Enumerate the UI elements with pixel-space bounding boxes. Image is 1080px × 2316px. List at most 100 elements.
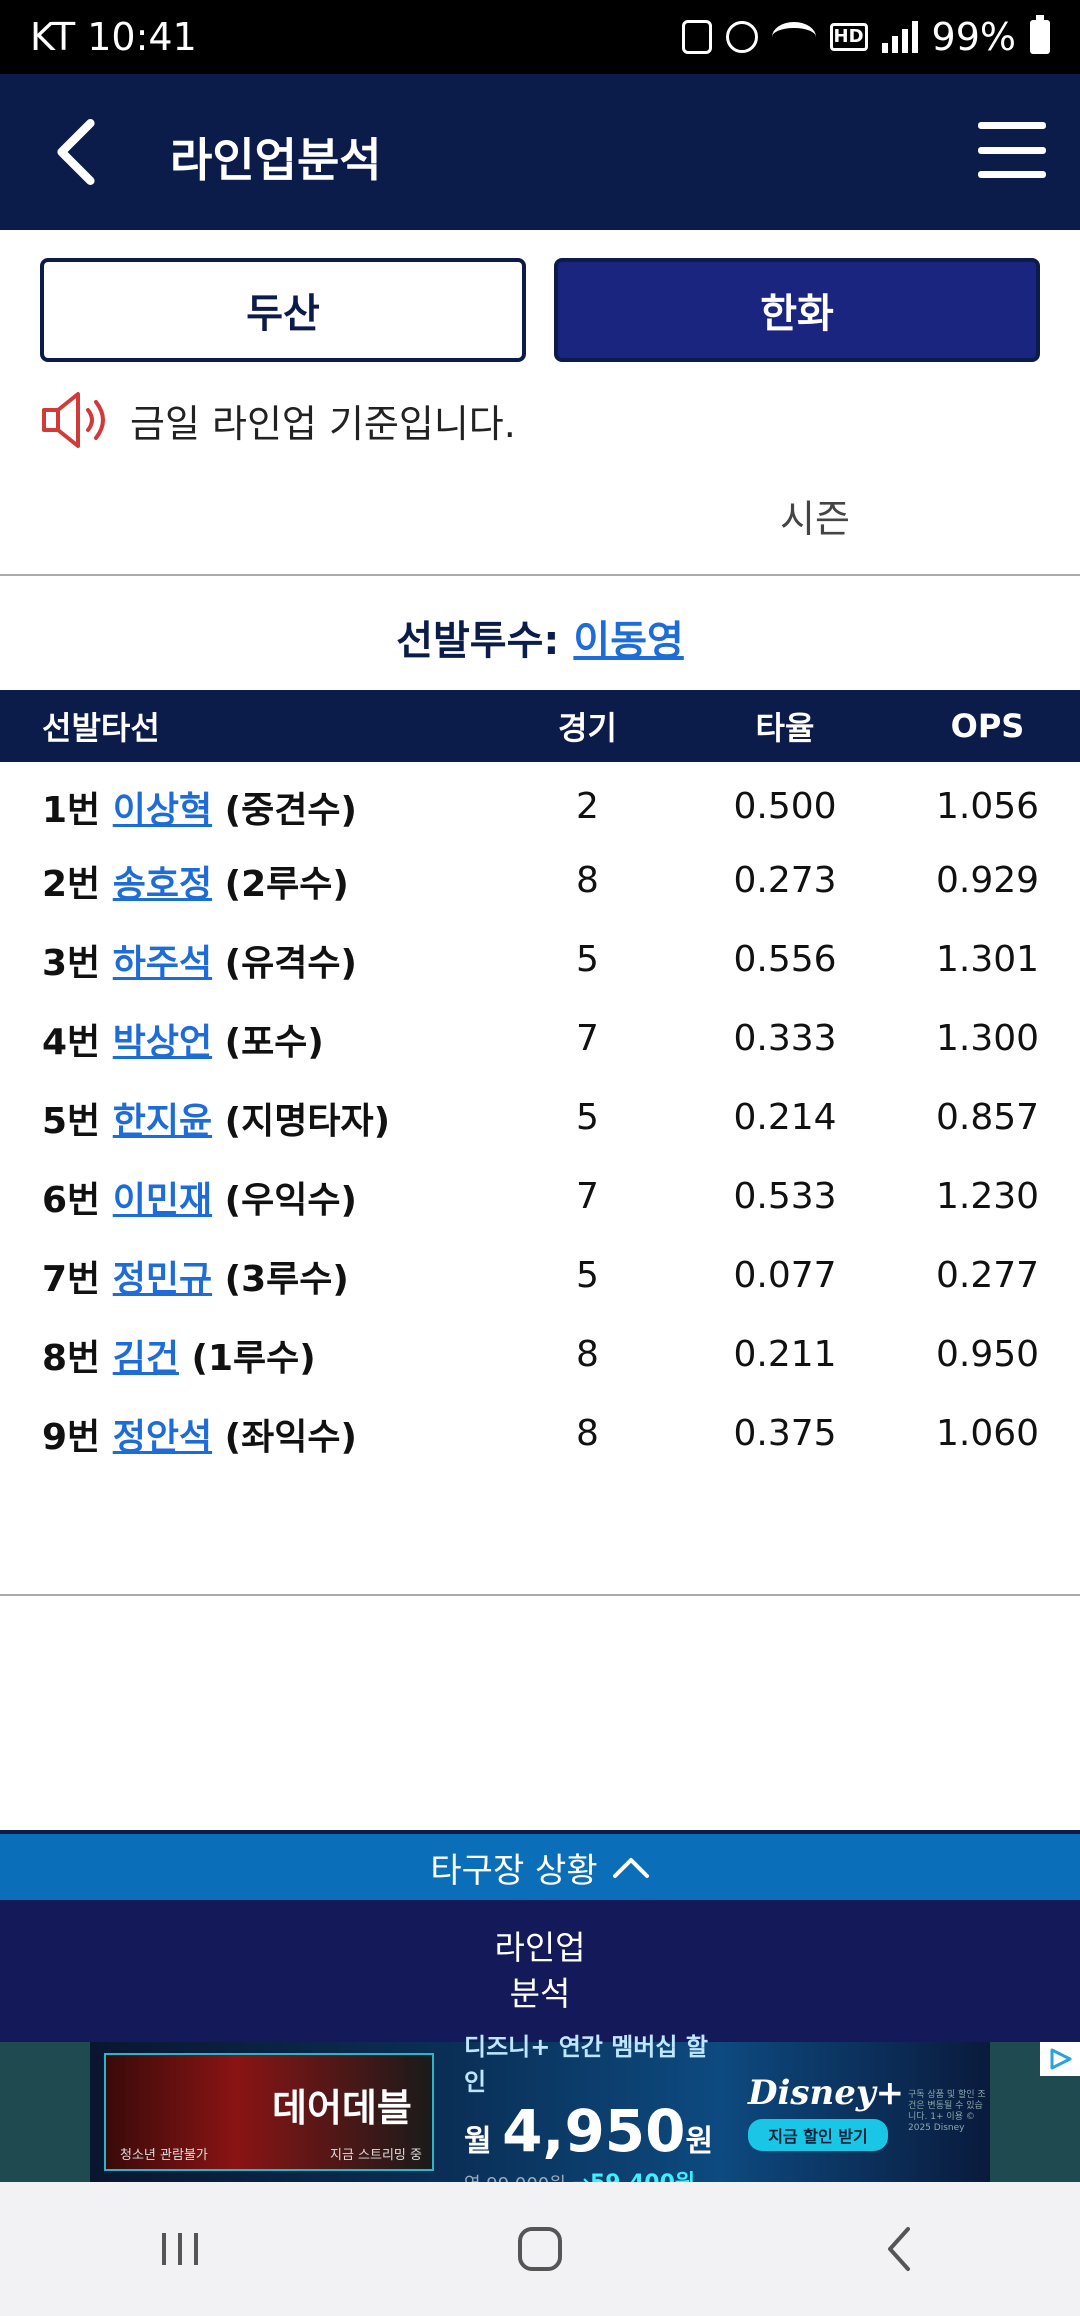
avg-cell: 0.500	[733, 786, 837, 827]
recent-apps-button[interactable]	[130, 2209, 230, 2289]
avg-cell: 0.077	[733, 1255, 837, 1296]
games-cell: 7	[576, 1018, 599, 1059]
player-link[interactable]: 이민재	[113, 1180, 212, 1221]
avg-cell: 0.211	[733, 1334, 837, 1375]
games-cell: 2	[576, 786, 599, 827]
battery-level: 99%	[931, 15, 1016, 59]
starting-pitcher: 선발투수: 이동영	[0, 608, 1080, 666]
recent-apps-icon	[162, 2233, 198, 2265]
table-row: 1번 이상혁 (중견수) 2 0.500 1.056	[0, 762, 1080, 841]
avg-cell: 0.556	[733, 939, 837, 980]
hamburger-menu-icon	[978, 122, 1046, 129]
player-link[interactable]: 송호정	[113, 864, 212, 905]
bottom-tab-line1: 라인업	[494, 1928, 586, 1967]
player-link[interactable]: 정안석	[113, 1417, 212, 1458]
ops-cell: 0.277	[935, 1255, 1040, 1296]
lineup-notice: 금일 라인업 기준입니다.	[40, 390, 516, 450]
ad-show-title: 데어데블	[272, 2086, 412, 2130]
disney-plus-logo: Disney+	[748, 2073, 905, 2113]
ops-cell: 1.230	[935, 1176, 1040, 1217]
batting-order: 6번	[42, 1179, 101, 1221]
games-cell: 5	[576, 1097, 599, 1138]
header-avg: 타율	[755, 709, 815, 747]
tab-lineup-analysis[interactable]: 라인업 분석	[0, 1900, 1080, 2042]
signal-icon	[881, 21, 918, 53]
player-link[interactable]: 박상언	[113, 1022, 212, 1063]
player-link[interactable]: 김건	[113, 1338, 179, 1379]
back-button[interactable]	[36, 112, 116, 192]
header-games: 경기	[558, 709, 617, 747]
games-cell: 8	[576, 860, 599, 901]
back-arrow-icon	[888, 2227, 910, 2271]
tab-doosan[interactable]: 두산	[40, 258, 526, 362]
bottom-tab-line2: 분석	[509, 1974, 571, 2013]
tab-hanwha[interactable]: 한화	[554, 258, 1040, 362]
starting-pitcher-label: 선발투수:	[396, 618, 560, 664]
player-link[interactable]: 하주석	[113, 943, 212, 984]
ops-cell: 1.056	[935, 786, 1040, 827]
system-nav-bar	[0, 2182, 1080, 2316]
avg-cell: 0.375	[733, 1413, 837, 1454]
chevron-left-icon	[57, 119, 95, 185]
ad-price: 월 4,950원	[464, 2097, 714, 2165]
ad-copy: 디즈니+ 연간 멤버십 할인 월 4,950원 연 99,000원 →59,40…	[464, 2027, 724, 2197]
table-row: 2번 송호정 (2루수) 8 0.273 0.929	[0, 841, 1080, 920]
ops-cell: 1.060	[935, 1413, 1040, 1454]
ad-banner-container: 데어데블 청소년 관람불가 지금 스트리밍 중 디즈니+ 연간 멤버십 할인 월…	[0, 2033, 1080, 2196]
ops-cell: 0.857	[935, 1097, 1040, 1138]
ad-streaming-note: 지금 스트리밍 중	[330, 2148, 422, 2163]
ad-banner[interactable]: 데어데블 청소년 관람불가 지금 스트리밍 중 디즈니+ 연간 멤버십 할인 월…	[90, 2033, 990, 2196]
player-link[interactable]: 이상혁	[113, 790, 212, 831]
batting-order: 2번	[42, 863, 101, 905]
ad-choices-icon	[1050, 2048, 1072, 2070]
position: (유격수)	[224, 942, 357, 984]
starting-pitcher-link[interactable]: 이동영	[573, 618, 683, 664]
chevron-up-icon	[612, 1858, 649, 1878]
position: (1루수)	[191, 1337, 316, 1379]
season-label[interactable]: 시즌	[780, 488, 850, 543]
table-row: 3번 하주석 (유격수) 5 0.556 1.301	[0, 920, 1080, 999]
page-title: 라인업분석	[170, 133, 382, 187]
player-link[interactable]: 한지윤	[113, 1101, 212, 1142]
divider	[0, 1594, 1080, 1596]
system-back-button[interactable]	[850, 2209, 950, 2289]
ad-headline: 디즈니+ 연간 멤버십 할인	[464, 2033, 708, 2096]
header-ops: OPS	[950, 707, 1025, 745]
table-row: 9번 정안석 (좌익수) 8 0.375 1.060	[0, 1394, 1080, 1473]
ops-cell: 0.950	[935, 1334, 1040, 1375]
other-stadiums-toggle[interactable]: 타구장 상황	[0, 1830, 1080, 1900]
batting-order: 3번	[42, 942, 101, 984]
avg-cell: 0.214	[733, 1097, 837, 1138]
batting-order: 5번	[42, 1100, 101, 1142]
position: (지명타자)	[224, 1100, 391, 1142]
header-lineup: 선발타선	[42, 709, 160, 747]
avg-cell: 0.533	[733, 1176, 837, 1217]
home-button[interactable]	[490, 2209, 590, 2289]
other-stadiums-label: 타구장 상황	[430, 1850, 598, 1891]
ops-cell: 1.301	[935, 939, 1040, 980]
games-cell: 7	[576, 1176, 599, 1217]
hd-icon: HD	[829, 23, 868, 51]
table-row: 6번 이민재 (우익수) 7 0.533 1.230	[0, 1157, 1080, 1236]
sync-icon	[681, 20, 712, 54]
table-row: 5번 한지윤 (지명타자) 5 0.214 0.857	[0, 1078, 1080, 1157]
home-icon	[518, 2227, 562, 2271]
ad-cta-button[interactable]: 지금 할인 받기	[748, 2119, 888, 2151]
ad-fine-print: 구독 상품 및 할인 조건은 변동될 수 있습니다. 1+ 이용 © 2025 …	[908, 2090, 986, 2133]
ad-age-note: 청소년 관람불가	[120, 2148, 208, 2163]
menu-button[interactable]	[974, 118, 1050, 182]
games-cell: 5	[576, 1255, 599, 1296]
table-row: 4번 박상언 (포수) 7 0.333 1.300	[0, 999, 1080, 1078]
ops-cell: 0.929	[935, 860, 1040, 901]
player-link[interactable]: 정민규	[113, 1259, 212, 1300]
wifi-icon	[771, 22, 816, 52]
notice-text: 금일 라인업 기준입니다.	[130, 401, 516, 446]
position: (2루수)	[224, 863, 349, 905]
status-icons: HD 99%	[681, 15, 1050, 59]
games-cell: 8	[576, 1334, 599, 1375]
position: (포수)	[224, 1021, 324, 1063]
games-cell: 5	[576, 939, 599, 980]
ad-choices-button[interactable]	[1040, 2042, 1080, 2076]
avg-cell: 0.273	[733, 860, 837, 901]
table-header-row: 선발타선 경기 타율 OPS	[0, 690, 1080, 762]
